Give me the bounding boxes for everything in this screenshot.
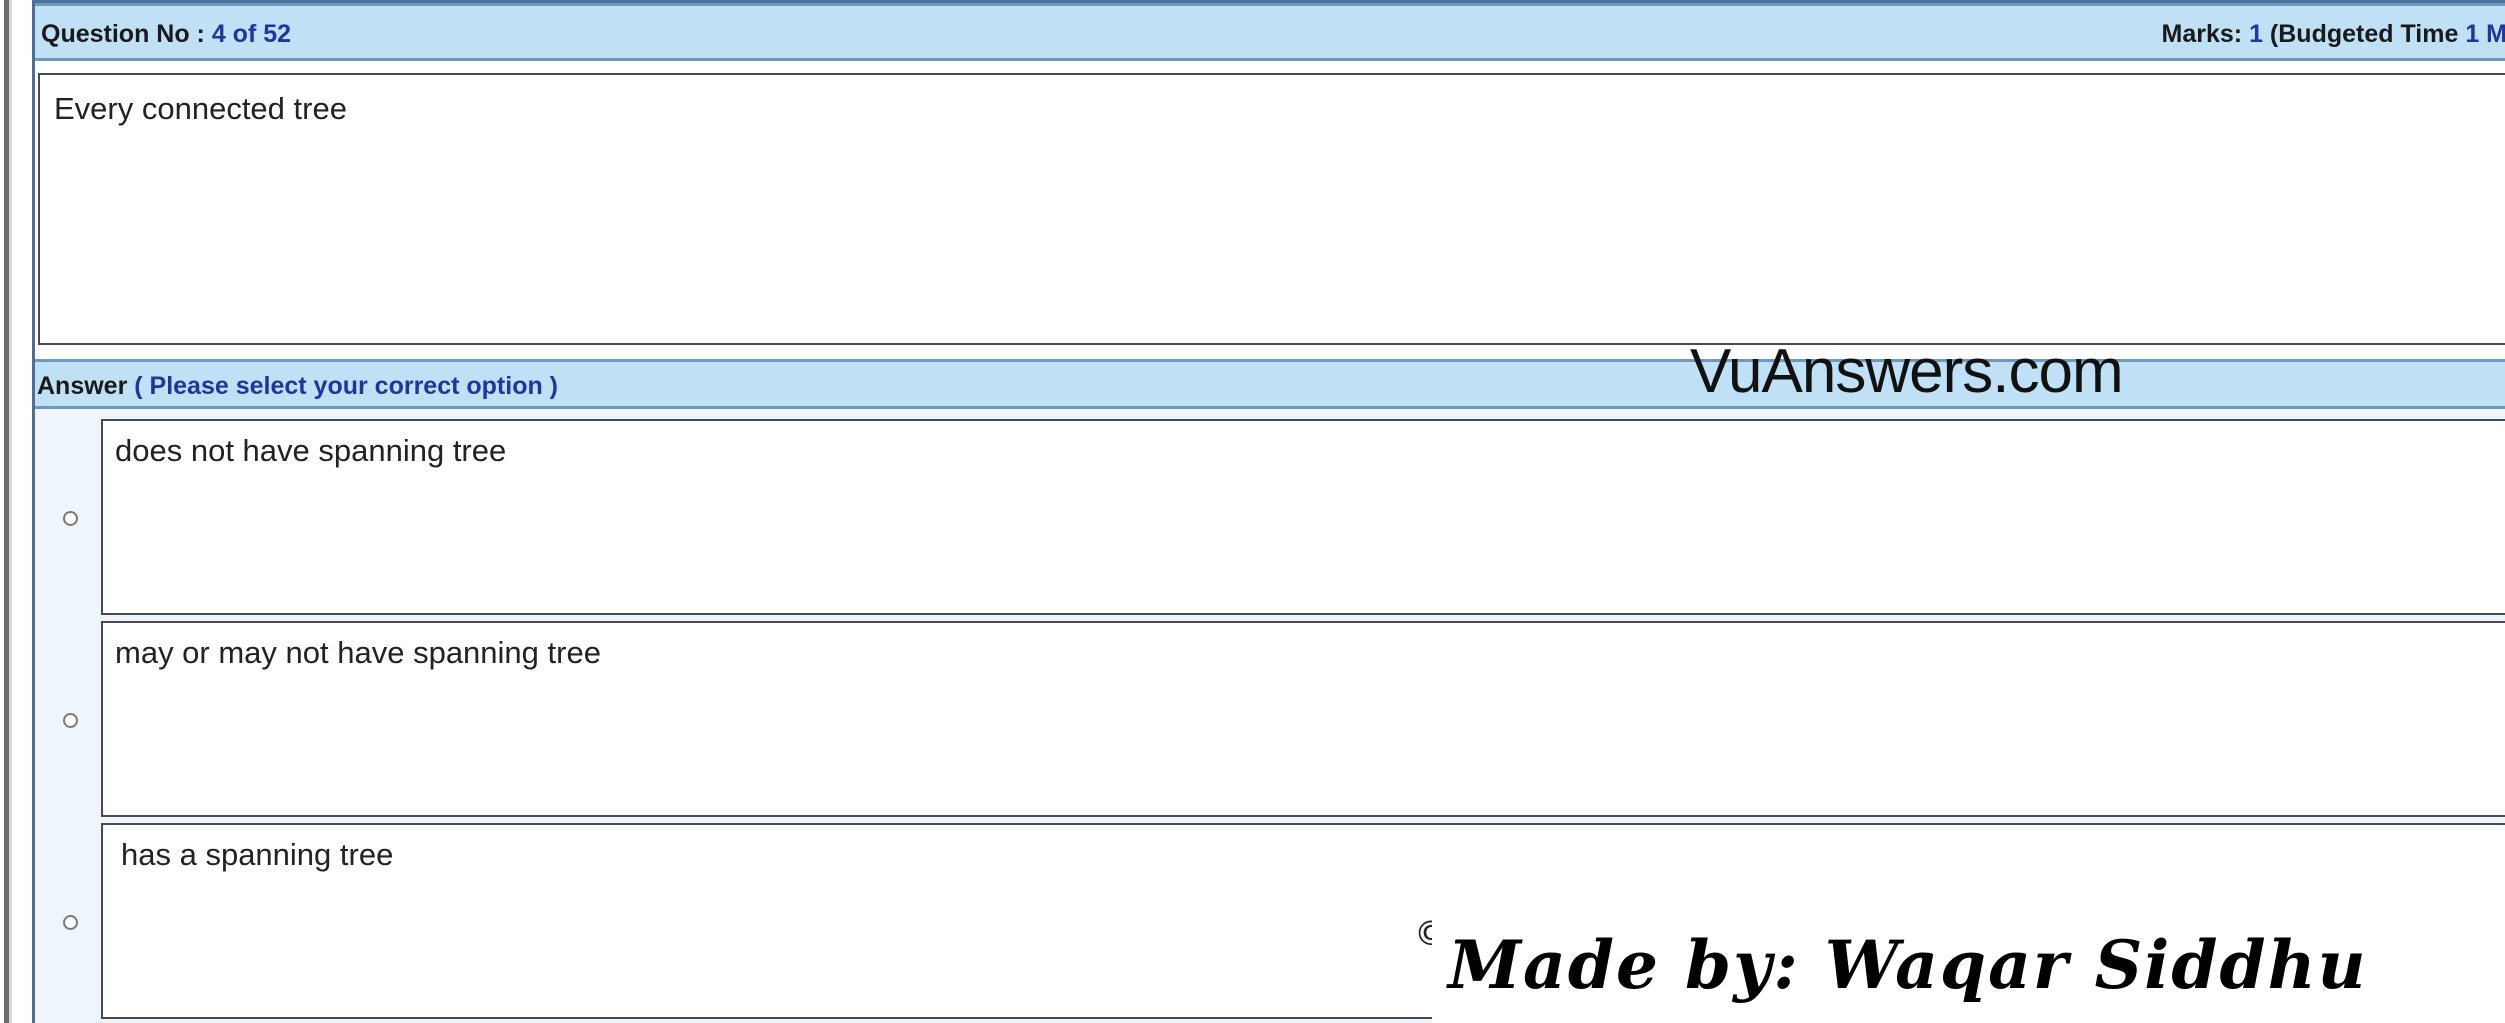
question-of: of	[225, 20, 264, 48]
marks-label: Marks:	[2161, 20, 2250, 48]
left-window-edge-inner	[9, 0, 12, 1023]
question-text: Every connected tree	[54, 91, 347, 126]
question-header-bar: Question No : 4 of 52 Marks: 1 (Budgeted…	[35, 3, 2505, 61]
question-number: Question No : 4 of 52	[41, 20, 291, 49]
site-watermark: VuAnswers.com	[1690, 337, 2124, 406]
option-2-box[interactable]: may or may not have spanning tree	[101, 621, 2505, 817]
budget-value: 1 M	[2465, 20, 2505, 48]
option-row-1: does not have spanning tree	[35, 419, 2505, 615]
answer-hint: ( Please select your correct option )	[127, 372, 559, 400]
option-1-radio[interactable]	[63, 511, 78, 526]
option-3-radio[interactable]	[63, 915, 78, 930]
author-watermark: Made by: Waqar Siddhu	[1432, 918, 2505, 1023]
author-watermark-text: Made by: Waqar Siddhu	[1448, 926, 2368, 1004]
option-2-text: may or may not have spanning tree	[115, 635, 601, 670]
question-box: Every connected tree	[38, 73, 2505, 345]
option-1-text: does not have spanning tree	[115, 433, 507, 468]
option-3-text: has a spanning tree	[121, 837, 394, 872]
option-2-radio[interactable]	[63, 713, 78, 728]
answer-label: Answer	[37, 372, 128, 400]
option-row-2: may or may not have spanning tree	[35, 621, 2505, 817]
marks-info: Marks: 1 (Budgeted Time 1 M	[2162, 20, 2505, 49]
quiz-panel: Question No : 4 of 52 Marks: 1 (Budgeted…	[32, 0, 2505, 1023]
option-1-box[interactable]: does not have spanning tree	[101, 419, 2505, 615]
answer-header-bar: Answer ( Please select your correct opti…	[35, 359, 2505, 409]
budget-label: (Budgeted Time	[2262, 20, 2466, 48]
question-current: 4	[211, 20, 226, 48]
answer-heading: Answer ( Please select your correct opti…	[37, 372, 558, 401]
quiz-page: Question No : 4 of 52 Marks: 1 (Budgeted…	[0, 0, 2505, 1023]
question-total: 52	[263, 20, 292, 48]
marks-value: 1	[2249, 20, 2263, 48]
question-number-label: Question No :	[41, 20, 212, 48]
